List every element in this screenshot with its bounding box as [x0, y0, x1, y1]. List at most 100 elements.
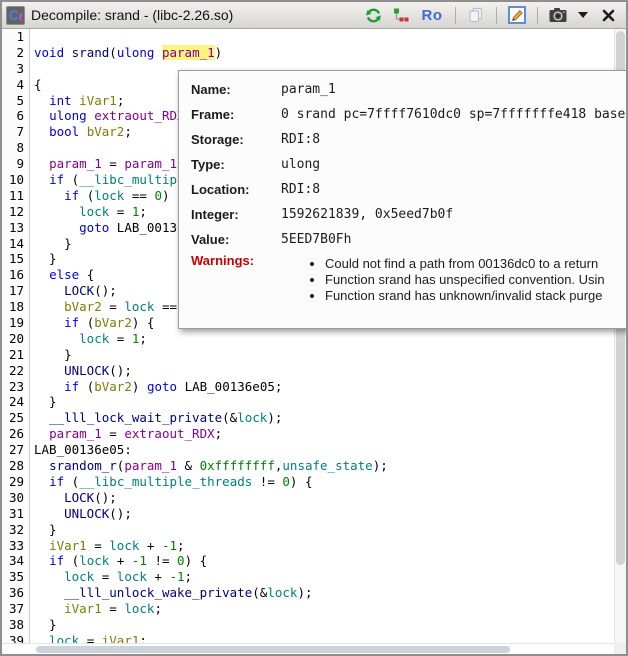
code-token[interactable]: lock: [79, 204, 109, 219]
code-line-text[interactable]: if (__libc_multiple_threads != 0) {: [30, 474, 313, 490]
code-token[interactable]: bVar2: [64, 299, 102, 314]
code-token[interactable]: [34, 299, 64, 314]
code-token[interactable]: goto: [147, 379, 177, 394]
code-token[interactable]: [64, 45, 72, 60]
code-token[interactable]: 0: [282, 474, 290, 489]
code-token[interactable]: unsafe_state: [282, 458, 372, 473]
code-line[interactable]: 22 UNLOCK();: [2, 363, 614, 379]
code-token[interactable]: ;: [177, 538, 185, 553]
code-token[interactable]: ulong: [117, 45, 155, 60]
code-line-text[interactable]: }: [30, 251, 57, 267]
code-token[interactable]: =: [109, 204, 132, 219]
horizontal-scrollbar-thumb[interactable]: [36, 646, 510, 653]
code-line-text[interactable]: if (bVar2) goto LAB_00136e05;: [30, 379, 282, 395]
code-line-text[interactable]: else {: [30, 267, 94, 283]
code-token[interactable]: }: [34, 236, 72, 251]
code-token[interactable]: if: [49, 172, 64, 187]
code-token[interactable]: param_1: [124, 156, 177, 171]
code-line-text[interactable]: if (lock == 0) {: [30, 188, 185, 204]
code-line[interactable]: 35 lock = lock + -1;: [2, 569, 614, 585]
code-token[interactable]: srandom_r: [49, 458, 117, 473]
code-line-text[interactable]: UNLOCK();: [30, 363, 132, 379]
code-token[interactable]: lock: [237, 410, 267, 425]
code-line-text[interactable]: }: [30, 347, 72, 363]
code-token[interactable]: ) {: [185, 553, 208, 568]
code-token[interactable]: ==: [124, 188, 154, 203]
code-token[interactable]: }: [34, 347, 72, 362]
code-token[interactable]: +: [109, 553, 132, 568]
code-token[interactable]: lock: [117, 569, 147, 584]
code-token[interactable]: =: [109, 331, 132, 346]
code-line[interactable]: 33 iVar1 = lock + -1;: [2, 538, 614, 554]
code-token[interactable]: lock: [124, 601, 154, 616]
code-line-text[interactable]: srandom_r(param_1 & 0xffffffff,unsafe_st…: [30, 458, 388, 474]
code-token[interactable]: (&: [222, 410, 237, 425]
code-token[interactable]: UNLOCK: [64, 506, 109, 521]
code-line-text[interactable]: ulong extraout_RDX;: [30, 108, 192, 124]
ro-button[interactable]: Ro: [419, 5, 445, 25]
code-token[interactable]: =: [79, 633, 102, 643]
code-line-text[interactable]: if (bVar2) {: [30, 315, 154, 331]
code-line-text[interactable]: iVar1 = lock + -1;: [30, 538, 185, 554]
code-line[interactable]: 25 __lll_lock_wait_private(&lock);: [2, 410, 614, 426]
code-line[interactable]: 34 if (lock + -1 != 0) {: [2, 553, 614, 569]
code-token[interactable]: [34, 426, 49, 441]
code-token[interactable]: +: [147, 569, 170, 584]
code-token[interactable]: }: [34, 617, 57, 632]
code-token[interactable]: [79, 124, 87, 139]
code-token[interactable]: =: [94, 569, 117, 584]
code-line-text[interactable]: UNLOCK();: [30, 506, 132, 522]
code-line-text[interactable]: __lll_unlock_wake_private(&lock);: [30, 585, 313, 601]
code-token[interactable]: [34, 315, 64, 330]
close-button[interactable]: [598, 5, 618, 25]
code-token[interactable]: __libc_multiple_threads: [79, 474, 252, 489]
code-line-text[interactable]: lock = 1;: [30, 204, 147, 220]
code-token[interactable]: ;: [185, 569, 193, 584]
code-token[interactable]: param_1: [49, 156, 102, 171]
code-line-text[interactable]: LAB_00136e05:: [30, 442, 132, 458]
code-line[interactable]: 38 }: [2, 617, 614, 633]
code-token[interactable]: [34, 585, 64, 600]
code-token[interactable]: lock: [94, 188, 124, 203]
code-token[interactable]: void: [34, 45, 64, 60]
code-token[interactable]: __lll_unlock_wake_private: [64, 585, 252, 600]
code-token[interactable]: ;: [139, 633, 147, 643]
code-line-text[interactable]: }: [30, 394, 57, 410]
code-token[interactable]: ;: [139, 331, 147, 346]
code-line[interactable]: 27LAB_00136e05:: [2, 442, 614, 458]
code-token[interactable]: !=: [252, 474, 282, 489]
code-token[interactable]: ): [132, 379, 147, 394]
code-line-text[interactable]: [30, 140, 34, 156]
code-token[interactable]: [34, 506, 64, 521]
code-line[interactable]: 36 __lll_unlock_wake_private(&lock);: [2, 585, 614, 601]
code-token[interactable]: [34, 379, 64, 394]
code-token[interactable]: bool: [49, 124, 79, 139]
code-line[interactable]: 21 }: [2, 347, 614, 363]
code-token[interactable]: 0: [177, 553, 185, 568]
code-token[interactable]: (: [64, 553, 79, 568]
code-token[interactable]: ;: [117, 93, 125, 108]
code-token[interactable]: iVar1: [49, 538, 87, 553]
code-token[interactable]: }: [34, 394, 57, 409]
code-line[interactable]: 37 iVar1 = lock;: [2, 601, 614, 617]
code-line[interactable]: 28 srandom_r(param_1 & 0xffffffff,unsafe…: [2, 458, 614, 474]
code-line-text[interactable]: param_1 = extraout_RDX;: [30, 426, 222, 442]
code-token[interactable]: {: [79, 267, 94, 282]
menu-button[interactable]: [576, 5, 590, 25]
code-line[interactable]: 32 }: [2, 522, 614, 538]
code-token[interactable]: [34, 172, 49, 187]
code-token[interactable]: lock: [109, 538, 139, 553]
code-token[interactable]: (: [79, 188, 94, 203]
code-token[interactable]: !=: [147, 553, 177, 568]
code-token[interactable]: iVar1: [79, 93, 117, 108]
code-line-text[interactable]: LOCK();: [30, 490, 117, 506]
code-token[interactable]: [34, 474, 49, 489]
code-token[interactable]: [34, 204, 79, 219]
code-token[interactable]: (: [64, 172, 79, 187]
code-line[interactable]: 23 if (bVar2) goto LAB_00136e05;: [2, 379, 614, 395]
code-token[interactable]: lock: [49, 633, 79, 643]
code-token[interactable]: if: [64, 315, 79, 330]
code-line-text[interactable]: }: [30, 522, 57, 538]
code-token[interactable]: [34, 124, 49, 139]
code-line[interactable]: 30 LOCK();: [2, 490, 614, 506]
